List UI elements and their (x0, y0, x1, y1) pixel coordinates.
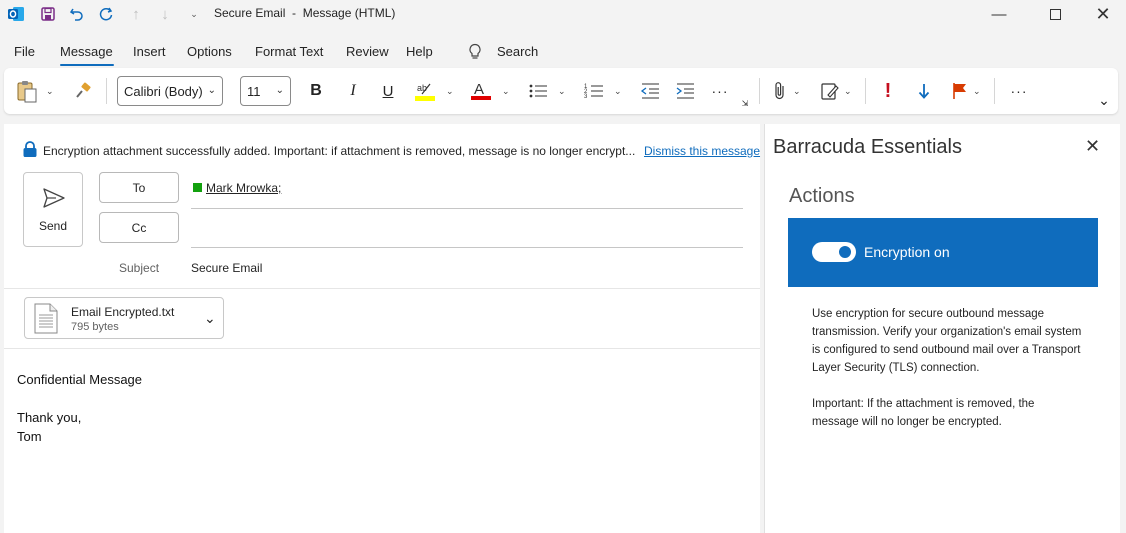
font-name-combo[interactable]: Calibri (Body) ⌄ (117, 76, 223, 106)
svg-text:ab: ab (417, 83, 427, 93)
subject-input[interactable]: Secure Email (191, 261, 262, 275)
presence-dot (193, 183, 202, 192)
numbering-dropdown-icon[interactable]: ⌄ (614, 86, 622, 97)
font-size-value: 11 (247, 83, 261, 99)
lock-icon (22, 141, 38, 163)
body-line-3[interactable]: Tom (17, 429, 42, 444)
numbering-icon[interactable]: 123 (582, 80, 606, 102)
text-file-icon (34, 303, 58, 339)
attachment-card[interactable]: Email Encrypted.txt 795 bytes ⌄ (24, 297, 224, 339)
flag-icon[interactable] (949, 80, 971, 102)
up-icon[interactable]: ↑ (126, 4, 146, 24)
bullets-icon[interactable] (526, 80, 550, 102)
undo-icon[interactable] (67, 4, 87, 24)
active-tab-indicator (60, 64, 114, 66)
chevron-down-icon: ⌄ (275, 85, 284, 96)
close-icon[interactable]: ✕ (1080, 0, 1126, 28)
panel-title: Barracuda Essentials (773, 136, 962, 158)
toggle-knob (839, 246, 851, 258)
signature-icon[interactable] (818, 80, 842, 102)
ribbon: ⌄ Calibri (Body) ⌄ 11 ⌄ B I U ab ⌄ A ⌄ ⌄… (4, 68, 1118, 114)
increase-indent-icon[interactable] (673, 80, 697, 102)
italic-button[interactable]: I (341, 80, 365, 102)
font-size-combo[interactable]: 11 ⌄ (240, 76, 291, 106)
to-field-underline[interactable] (191, 208, 743, 209)
title-bar: ↑ ↓ ⌄ Secure Email - Message (HTML) — ✕ (0, 0, 1126, 28)
barracuda-panel: Barracuda Essentials ✕ Actions Encryptio… (764, 124, 1120, 533)
minimize-icon[interactable]: — (976, 0, 1022, 28)
tab-review[interactable]: Review (346, 44, 389, 59)
dialog-launcher-icon[interactable]: ⇲ (740, 98, 750, 108)
send-icon (42, 187, 66, 214)
chevron-down-icon[interactable]: ⌄ (204, 310, 216, 327)
outlook-icon (6, 4, 26, 24)
cc-field-underline[interactable] (191, 247, 743, 248)
high-importance-icon[interactable]: ! (878, 79, 898, 103)
header-divider (4, 288, 760, 289)
info-bar-message: Encryption attachment successfully added… (43, 144, 636, 158)
tab-options[interactable]: Options (187, 44, 232, 59)
body-line-1[interactable]: Confidential Message (17, 372, 142, 387)
font-name-value: Calibri (Body) (124, 83, 203, 99)
encryption-card: Encryption on (788, 218, 1098, 287)
paste-dropdown-icon[interactable]: ⌄ (46, 86, 54, 97)
font-color-icon[interactable]: A (468, 78, 494, 104)
redo-icon[interactable] (96, 4, 116, 24)
highlight-icon[interactable]: ab (412, 78, 438, 104)
window-title: Secure Email - Message (HTML) (214, 6, 396, 20)
more-icon[interactable]: ··· (708, 80, 732, 102)
svg-text:A: A (474, 81, 484, 98)
send-button[interactable]: Send (23, 172, 83, 247)
send-label: Send (38, 219, 68, 233)
font-color-dropdown-icon[interactable]: ⌄ (502, 86, 510, 97)
down-icon[interactable]: ↓ (155, 4, 175, 24)
tab-help[interactable]: Help (406, 44, 433, 59)
lightbulb-icon[interactable] (467, 43, 483, 66)
dismiss-link[interactable]: Dismiss this message (644, 144, 760, 158)
chevron-down-icon: ⌄ (207, 85, 216, 96)
svg-text:3: 3 (584, 94, 588, 100)
encryption-toggle[interactable] (812, 242, 856, 262)
attachment-divider (4, 348, 760, 349)
save-icon[interactable] (38, 4, 58, 24)
highlight-dropdown-icon[interactable]: ⌄ (446, 86, 454, 97)
format-painter-icon[interactable] (72, 80, 94, 102)
subject-label: Subject (119, 261, 160, 275)
paste-icon[interactable] (14, 78, 40, 104)
more-options-icon[interactable]: ··· (1007, 80, 1031, 102)
tab-message[interactable]: Message (60, 44, 113, 59)
bold-button[interactable]: B (304, 80, 328, 102)
actions-heading: Actions (789, 185, 855, 207)
collapse-ribbon-icon[interactable]: ⌄ (1096, 92, 1112, 108)
attachment-name: Email Encrypted.txt (71, 305, 175, 319)
maximize-icon[interactable] (1032, 0, 1078, 28)
flag-dropdown-icon[interactable]: ⌄ (973, 86, 981, 97)
attach-icon[interactable] (769, 80, 791, 102)
search-label[interactable]: Search (497, 44, 538, 59)
tab-insert[interactable]: Insert (133, 44, 166, 59)
tab-file[interactable]: File (14, 44, 35, 59)
low-importance-icon[interactable] (914, 80, 934, 102)
tab-format-text[interactable]: Format Text (255, 44, 323, 59)
cc-button[interactable]: Cc (99, 212, 179, 243)
signature-dropdown-icon[interactable]: ⌄ (844, 86, 852, 97)
to-button[interactable]: To (99, 172, 179, 203)
compose-pane: Encryption attachment successfully added… (4, 124, 760, 533)
encryption-warning: Important: If the attachment is removed,… (812, 398, 1035, 428)
encryption-description: Use encryption for secure outbound messa… (812, 308, 1082, 374)
recipient-chip[interactable]: Mark Mrowka; (206, 181, 281, 195)
body-line-2[interactable]: Thank you, (17, 410, 81, 425)
presence-indicator (193, 183, 202, 192)
encryption-label: Encryption on (864, 244, 950, 260)
attach-dropdown-icon[interactable]: ⌄ (793, 86, 801, 97)
customize-icon[interactable]: ⌄ (184, 4, 204, 24)
underline-button[interactable]: U (376, 80, 400, 102)
close-icon[interactable]: ✕ (1085, 136, 1100, 157)
decrease-indent-icon[interactable] (638, 80, 662, 102)
attachment-size: 795 bytes (71, 321, 119, 333)
bullets-dropdown-icon[interactable]: ⌄ (558, 86, 566, 97)
